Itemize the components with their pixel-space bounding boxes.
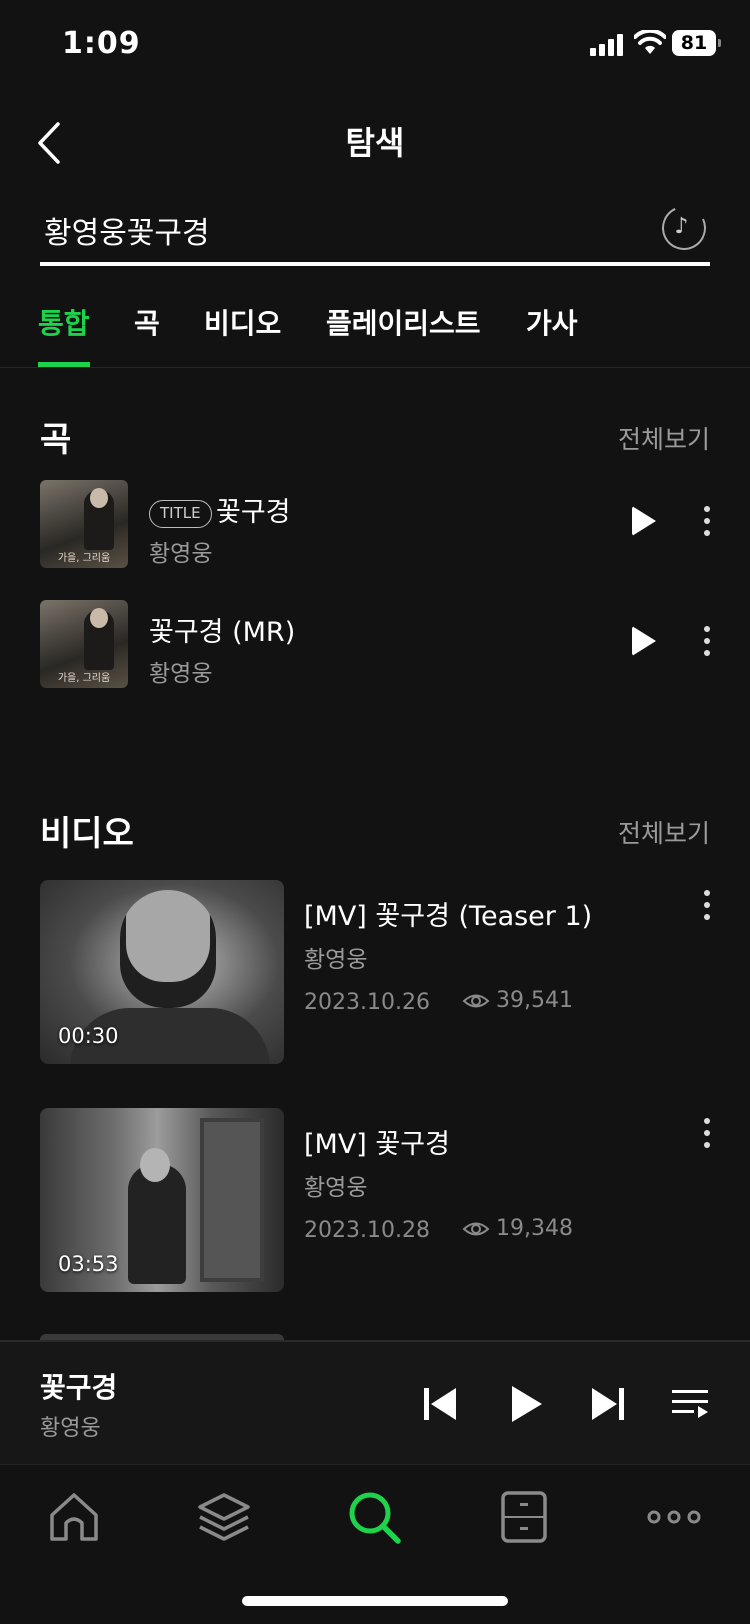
album-art-caption: 가을, 그리움	[57, 673, 111, 684]
video-artist: 황영웅	[304, 1175, 368, 1201]
album-art-caption: 가을, 그리움	[57, 553, 111, 564]
song-row[interactable]: 가을, 그리움 TITLE 꽃구경 황영웅	[0, 480, 750, 572]
now-playing-artist: 황영웅	[40, 1416, 101, 1441]
tab-songs[interactable]: 곡	[134, 302, 160, 342]
wifi-icon	[634, 30, 666, 54]
cellular-signal-icon	[590, 34, 626, 56]
song-artist: 황영웅	[149, 661, 213, 687]
video-row[interactable]: 03:53 [MV] 꽃구경 황영웅 2023.10.28 19,348	[0, 1108, 750, 1292]
eye-icon	[462, 1222, 490, 1236]
active-tab-indicator	[38, 362, 90, 367]
music-recognition-button[interactable]: ♪	[655, 199, 713, 257]
song-title: 꽃구경	[216, 497, 291, 528]
status-bar: 1:09 81	[0, 0, 750, 90]
layers-icon[interactable]	[196, 1489, 252, 1545]
playlist-queue-icon[interactable]	[670, 1384, 710, 1424]
library-icon[interactable]	[496, 1489, 552, 1545]
song-title: 꽃구경 (MR)	[149, 617, 296, 648]
video-duration: 03:53	[58, 1252, 119, 1276]
album-art: 가을, 그리움	[40, 480, 128, 568]
video-view-count: 19,348	[496, 1216, 573, 1241]
previous-track-icon[interactable]	[420, 1384, 460, 1424]
music-note-icon: ♪	[674, 214, 689, 240]
more-options-icon[interactable]	[702, 506, 712, 540]
next-track-icon[interactable]	[588, 1384, 628, 1424]
title-track-badge: TITLE	[149, 500, 212, 528]
video-title: [MV] 꽃구경	[304, 1129, 450, 1160]
album-art: 가을, 그리움	[40, 600, 128, 688]
search-icon[interactable]	[346, 1489, 402, 1545]
now-playing-title: 꽃구경	[40, 1371, 118, 1404]
video-thumbnail[interactable]: 03:53	[40, 1108, 284, 1292]
video-artist: 황영웅	[304, 947, 368, 973]
video-row[interactable]: 00:30 [MV] 꽃구경 (Teaser 1) 황영웅 2023.10.26…	[0, 880, 750, 1064]
battery-icon: 81	[672, 30, 721, 56]
song-row[interactable]: 가을, 그리움 꽃구경 (MR) 황영웅	[0, 600, 750, 692]
tab-lyrics[interactable]: 가사	[526, 302, 578, 342]
song-artist: 황영웅	[149, 541, 213, 567]
tab-videos[interactable]: 비디오	[204, 302, 281, 342]
status-time: 1:09	[62, 26, 141, 61]
more-options-icon[interactable]	[702, 626, 712, 660]
video-title: [MV] 꽃구경 (Teaser 1)	[304, 901, 593, 932]
tab-bar: 통합 곡 비디오 플레이리스트 가사	[0, 296, 750, 368]
eye-icon	[462, 994, 490, 1008]
videos-see-all-link[interactable]: 전체보기	[618, 814, 710, 850]
more-options-icon[interactable]	[702, 1118, 712, 1152]
tab-playlists[interactable]: 플레이리스트	[326, 302, 481, 342]
tab-all[interactable]: 통합	[38, 302, 90, 342]
songs-section-title: 곡	[40, 420, 72, 460]
page-title: 탐색	[345, 124, 405, 162]
home-indicator[interactable]	[242, 1596, 508, 1606]
home-icon[interactable]	[46, 1489, 102, 1545]
more-options-icon[interactable]	[702, 890, 712, 924]
play-icon[interactable]	[632, 626, 656, 656]
play-pause-icon[interactable]	[506, 1384, 546, 1424]
search-input[interactable]: 황영웅꽃구경 ♪	[40, 199, 713, 266]
songs-see-all-link[interactable]: 전체보기	[618, 420, 710, 456]
video-date: 2023.10.26	[304, 990, 430, 1015]
mini-player[interactable]: 꽃구경 황영웅	[0, 1340, 750, 1464]
video-view-count: 39,541	[496, 988, 573, 1013]
video-date: 2023.10.28	[304, 1218, 430, 1243]
search-input-value[interactable]: 황영웅꽃구경	[44, 208, 210, 252]
play-icon[interactable]	[632, 506, 656, 536]
videos-section-title: 비디오	[40, 814, 134, 854]
more-horizontal-icon[interactable]	[646, 1489, 702, 1545]
video-thumbnail[interactable]: 00:30	[40, 880, 284, 1064]
video-duration: 00:30	[58, 1024, 119, 1048]
